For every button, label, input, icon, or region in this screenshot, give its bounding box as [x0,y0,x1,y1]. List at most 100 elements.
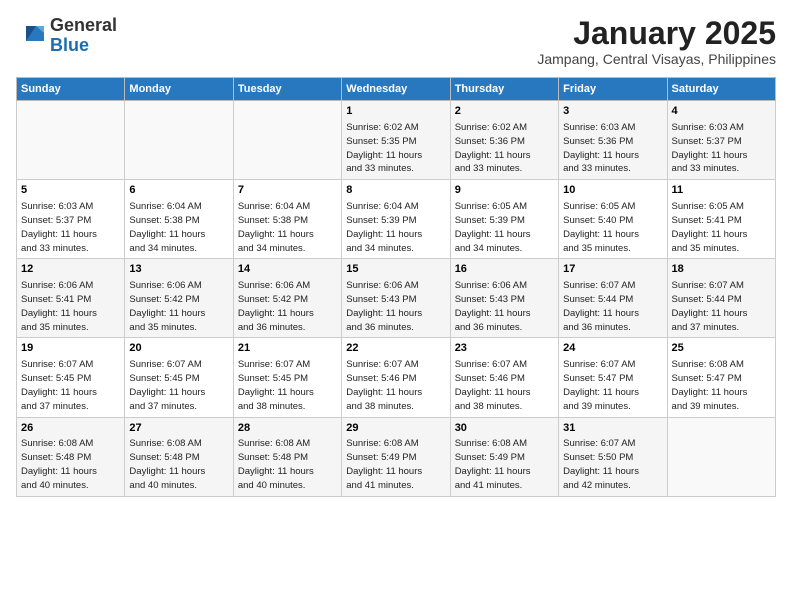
day-number: 26 [21,421,120,436]
calendar-table: SundayMondayTuesdayWednesdayThursdayFrid… [16,77,776,496]
calendar-week-row: 12Sunrise: 6:06 AM Sunset: 5:41 PM Dayli… [17,259,776,338]
day-number: 22 [346,341,445,356]
calendar-day-cell: 17Sunrise: 6:07 AM Sunset: 5:44 PM Dayli… [559,259,667,338]
day-info: Sunrise: 6:08 AM Sunset: 5:48 PM Dayligh… [129,438,205,490]
day-info: Sunrise: 6:07 AM Sunset: 5:45 PM Dayligh… [238,359,314,411]
calendar-day-cell: 12Sunrise: 6:06 AM Sunset: 5:41 PM Dayli… [17,259,125,338]
weekday-header-row: SundayMondayTuesdayWednesdayThursdayFrid… [17,78,776,101]
calendar-day-cell: 3 Sunrise: 6:03 AM Sunset: 5:36 PM Daylig… [559,101,667,180]
logo: General Blue [16,16,117,56]
calendar-day-cell: 22 Sunrise: 6:07 AM Sunset: 5:46 PM Dayli… [342,338,450,417]
day-number: 9 [455,183,554,198]
day-number: 8 [346,183,445,198]
calendar-week-row: 26 Sunrise: 6:08 AM Sunset: 5:48 PM Dayli… [17,417,776,496]
day-number: 19 [21,341,120,356]
day-info: Sunrise: 6:03 AM Sunset: 5:36 PM Dayligh… [563,122,639,174]
calendar-day-cell: 8 Sunrise: 6:04 AM Sunset: 5:39 PM Daylig… [342,180,450,259]
day-number: 15 [346,262,445,277]
day-number: 7 [238,183,337,198]
calendar-day-cell: 7 Sunrise: 6:04 AM Sunset: 5:38 PM Daylig… [233,180,341,259]
day-number: 28 [238,421,337,436]
day-number: 6 [129,183,228,198]
day-info: Sunrise: 6:04 AM Sunset: 5:38 PM Dayligh… [238,201,314,253]
location-title: Jampang, Central Visayas, Philippines [537,51,776,67]
day-info: Sunrise: 6:08 AM Sunset: 5:49 PM Dayligh… [455,438,531,490]
day-info: Sunrise: 6:07 AM Sunset: 5:50 PM Dayligh… [563,438,639,490]
day-number: 13 [129,262,228,277]
calendar-empty-cell [17,101,125,180]
calendar-day-cell: 27 Sunrise: 6:08 AM Sunset: 5:48 PM Dayli… [125,417,233,496]
calendar-day-cell: 11Sunrise: 6:05 AM Sunset: 5:41 PM Dayli… [667,180,775,259]
day-info: Sunrise: 6:05 AM Sunset: 5:40 PM Dayligh… [563,201,639,253]
day-number: 20 [129,341,228,356]
calendar-day-cell: 25Sunrise: 6:08 AM Sunset: 5:47 PM Dayli… [667,338,775,417]
calendar-day-cell: 14 Sunrise: 6:06 AM Sunset: 5:42 PM Dayli… [233,259,341,338]
logo-blue: Blue [50,36,117,56]
calendar-empty-cell [233,101,341,180]
weekday-header-wednesday: Wednesday [342,78,450,101]
calendar-week-row: 1Sunrise: 6:02 AM Sunset: 5:35 PM Daylig… [17,101,776,180]
day-info: Sunrise: 6:06 AM Sunset: 5:42 PM Dayligh… [238,280,314,332]
day-info: Sunrise: 6:06 AM Sunset: 5:42 PM Dayligh… [129,280,205,332]
day-number: 31 [563,421,662,436]
calendar-week-row: 5Sunrise: 6:03 AM Sunset: 5:37 PM Daylig… [17,180,776,259]
day-number: 17 [563,262,662,277]
day-info: Sunrise: 6:08 AM Sunset: 5:48 PM Dayligh… [21,438,97,490]
calendar-day-cell: 18 Sunrise: 6:07 AM Sunset: 5:44 PM Dayli… [667,259,775,338]
day-info: Sunrise: 6:07 AM Sunset: 5:47 PM Dayligh… [563,359,639,411]
day-number: 11 [672,183,771,198]
logo-text: General Blue [50,16,117,56]
calendar-day-cell: 9 Sunrise: 6:05 AM Sunset: 5:39 PM Daylig… [450,180,558,259]
day-info: Sunrise: 6:06 AM Sunset: 5:41 PM Dayligh… [21,280,97,332]
day-info: Sunrise: 6:04 AM Sunset: 5:38 PM Dayligh… [129,201,205,253]
day-number: 1 [346,104,445,119]
title-block: January 2025 Jampang, Central Visayas, P… [537,16,776,67]
calendar-day-cell: 28Sunrise: 6:08 AM Sunset: 5:48 PM Dayli… [233,417,341,496]
day-info: Sunrise: 6:04 AM Sunset: 5:39 PM Dayligh… [346,201,422,253]
day-info: Sunrise: 6:02 AM Sunset: 5:36 PM Dayligh… [455,122,531,174]
calendar-day-cell: 10 Sunrise: 6:05 AM Sunset: 5:40 PM Dayli… [559,180,667,259]
day-info: Sunrise: 6:07 AM Sunset: 5:45 PM Dayligh… [21,359,97,411]
weekday-header-saturday: Saturday [667,78,775,101]
day-info: Sunrise: 6:07 AM Sunset: 5:45 PM Dayligh… [129,359,205,411]
day-number: 30 [455,421,554,436]
day-info: Sunrise: 6:08 AM Sunset: 5:49 PM Dayligh… [346,438,422,490]
day-info: Sunrise: 6:08 AM Sunset: 5:47 PM Dayligh… [672,359,748,411]
calendar-day-cell: 24 Sunrise: 6:07 AM Sunset: 5:47 PM Dayli… [559,338,667,417]
calendar-day-cell: 5Sunrise: 6:03 AM Sunset: 5:37 PM Daylig… [17,180,125,259]
logo-general: General [50,16,117,36]
day-number: 29 [346,421,445,436]
day-number: 3 [563,104,662,119]
calendar-day-cell: 31 Sunrise: 6:07 AM Sunset: 5:50 PM Dayli… [559,417,667,496]
day-number: 18 [672,262,771,277]
day-info: Sunrise: 6:07 AM Sunset: 5:46 PM Dayligh… [346,359,422,411]
calendar-day-cell: 23Sunrise: 6:07 AM Sunset: 5:46 PM Dayli… [450,338,558,417]
calendar-week-row: 19 Sunrise: 6:07 AM Sunset: 5:45 PM Dayli… [17,338,776,417]
weekday-header-tuesday: Tuesday [233,78,341,101]
calendar-day-cell: 15Sunrise: 6:06 AM Sunset: 5:43 PM Dayli… [342,259,450,338]
day-number: 24 [563,341,662,356]
calendar-day-cell: 20 Sunrise: 6:07 AM Sunset: 5:45 PM Dayli… [125,338,233,417]
calendar-day-cell: 16Sunrise: 6:06 AM Sunset: 5:43 PM Dayli… [450,259,558,338]
calendar-day-cell: 29 Sunrise: 6:08 AM Sunset: 5:49 PM Dayli… [342,417,450,496]
day-number: 10 [563,183,662,198]
calendar-day-cell: 1Sunrise: 6:02 AM Sunset: 5:35 PM Daylig… [342,101,450,180]
day-info: Sunrise: 6:07 AM Sunset: 5:46 PM Dayligh… [455,359,531,411]
day-number: 4 [672,104,771,119]
weekday-header-thursday: Thursday [450,78,558,101]
calendar-day-cell: 30 Sunrise: 6:08 AM Sunset: 5:49 PM Dayli… [450,417,558,496]
day-number: 21 [238,341,337,356]
day-number: 14 [238,262,337,277]
calendar-day-cell: 13 Sunrise: 6:06 AM Sunset: 5:42 PM Dayli… [125,259,233,338]
logo-icon [16,21,46,51]
day-info: Sunrise: 6:05 AM Sunset: 5:39 PM Dayligh… [455,201,531,253]
calendar-day-cell: 4 Sunrise: 6:03 AM Sunset: 5:37 PM Daylig… [667,101,775,180]
weekday-header-sunday: Sunday [17,78,125,101]
weekday-header-friday: Friday [559,78,667,101]
day-number: 27 [129,421,228,436]
day-number: 2 [455,104,554,119]
page-header: General Blue January 2025 Jampang, Centr… [16,16,776,67]
day-info: Sunrise: 6:07 AM Sunset: 5:44 PM Dayligh… [672,280,748,332]
calendar-day-cell: 21 Sunrise: 6:07 AM Sunset: 5:45 PM Dayli… [233,338,341,417]
day-info: Sunrise: 6:03 AM Sunset: 5:37 PM Dayligh… [672,122,748,174]
